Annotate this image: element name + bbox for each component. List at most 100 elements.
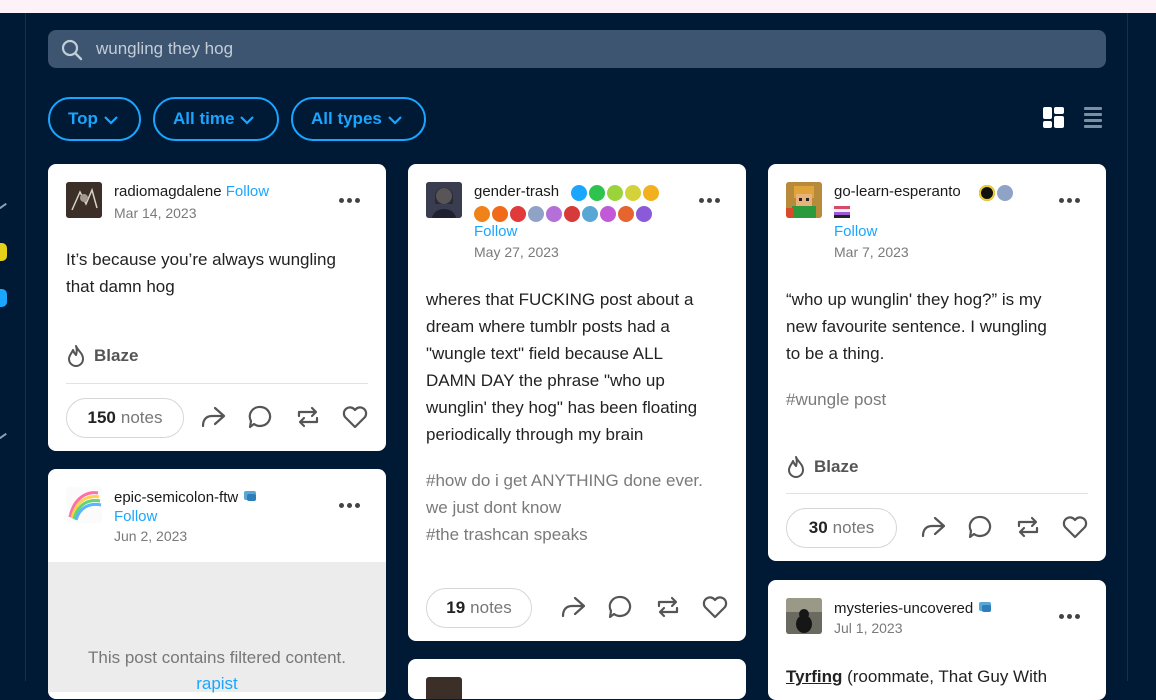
badge-icon: [528, 206, 544, 222]
tag-link[interactable]: #how do i get ANYTHING done ever.: [426, 467, 703, 494]
time-label: All time: [173, 109, 235, 128]
flame-icon: [788, 456, 804, 478]
sidebar-badge-yellow[interactable]: [0, 243, 7, 261]
tag-link[interactable]: #the trashcan speaks: [426, 521, 703, 548]
like-icon[interactable]: [1061, 515, 1089, 539]
body-text: (roommate, That Guy With: [842, 667, 1048, 686]
more-options-icon[interactable]: [1059, 198, 1080, 203]
like-icon[interactable]: [701, 595, 729, 619]
tag-link[interactable]: we just dont know: [426, 494, 703, 521]
badge-icon: [474, 206, 490, 222]
badge-icon: [244, 491, 257, 501]
post-author[interactable]: go-learn-esperanto: [834, 183, 961, 200]
body-line: “who up wunglin' they hog?” is my: [786, 290, 1042, 309]
share-icon[interactable]: [560, 595, 586, 619]
badge-icon: [510, 206, 526, 222]
sidebar-badge-blue[interactable]: [0, 289, 7, 307]
browser-top-band: [0, 0, 1156, 13]
reblog-icon[interactable]: [1015, 515, 1041, 539]
sort-top-dropdown[interactable]: Top: [48, 97, 141, 141]
post-author[interactable]: radiomagdalene Follow: [114, 183, 269, 200]
notes-button[interactable]: 150 notes: [66, 398, 184, 438]
filtered-word-link[interactable]: rapist: [48, 674, 386, 694]
notes-button[interactable]: 30 notes: [786, 508, 897, 548]
post-author[interactable]: mysteries-uncovered: [834, 599, 995, 617]
post-card: epic-semicolon-ftw Follow Jun 2, 2023 Th…: [48, 469, 386, 699]
reply-icon[interactable]: [248, 405, 274, 429]
left-sidebar-edge: [0, 13, 26, 681]
blaze-button[interactable]: Blaze: [786, 455, 858, 479]
avatar[interactable]: [426, 182, 462, 218]
search-input[interactable]: [96, 30, 1086, 68]
notes-count: 30: [808, 518, 828, 537]
post-tags: #wungle post: [786, 386, 886, 413]
body-line: It’s because you’re always wungling: [66, 250, 336, 269]
blaze-button[interactable]: Blaze: [66, 344, 138, 368]
tag-link[interactable]: #wungle post: [786, 386, 886, 413]
post-date[interactable]: Mar 7, 2023: [834, 244, 909, 260]
follow-button[interactable]: Follow: [226, 183, 269, 200]
post-card: gender-trash Follow May 27, 2023 wheres …: [408, 164, 746, 641]
post-date[interactable]: Jul 1, 2023: [834, 620, 903, 636]
avatar[interactable]: [66, 487, 102, 523]
reblog-icon[interactable]: [295, 405, 321, 429]
notes-label: notes: [120, 408, 163, 427]
post-body: “who up wunglin' they hog?” is my new fa…: [786, 286, 1047, 367]
share-icon[interactable]: [920, 515, 946, 539]
chevron-down-icon: [388, 115, 402, 125]
chevron-down-icon: [240, 115, 255, 125]
body-link[interactable]: Tyrfing: [786, 667, 842, 686]
avatar[interactable]: [786, 182, 822, 218]
reply-icon[interactable]: [608, 595, 634, 619]
username[interactable]: epic-semicolon-ftw: [114, 489, 238, 506]
username[interactable]: mysteries-uncovered: [834, 600, 973, 617]
badge-icon: [571, 185, 587, 201]
post-type-dropdown[interactable]: All types: [291, 97, 426, 141]
username[interactable]: radiomagdalene: [114, 183, 222, 200]
search-bar[interactable]: [48, 30, 1106, 68]
badge-icon: [600, 206, 616, 222]
avatar[interactable]: [786, 598, 822, 634]
follow-button[interactable]: Follow: [834, 223, 877, 240]
post-card: radiomagdalene Follow Mar 14, 2023 It’s …: [48, 164, 386, 451]
post-body: Tyrfing (roommate, That Guy With: [786, 663, 1047, 690]
chevron-down-icon: [104, 115, 118, 125]
right-column-border: [1127, 13, 1128, 681]
avatar[interactable]: [426, 677, 462, 699]
flag-icon: [834, 206, 850, 218]
follow-button[interactable]: Follow: [474, 223, 517, 240]
post-date[interactable]: May 27, 2023: [474, 244, 559, 260]
time-range-dropdown[interactable]: All time: [153, 97, 279, 141]
more-options-icon[interactable]: [1059, 614, 1080, 619]
badge-icon: [643, 185, 659, 201]
notes-button[interactable]: 19 notes: [426, 588, 532, 628]
avatar[interactable]: [66, 182, 102, 218]
more-options-icon[interactable]: [699, 198, 720, 203]
badge-icon: [546, 206, 562, 222]
post-author[interactable]: epic-semicolon-ftw: [114, 488, 260, 506]
badge-icon: [492, 206, 508, 222]
body-line: new favourite sentence. I wungling: [786, 317, 1047, 336]
grid-view-icon[interactable]: [1043, 107, 1064, 128]
notes-count: 150: [87, 408, 116, 427]
reply-icon[interactable]: [968, 515, 994, 539]
post-body: wheres that FUCKING post about a dream w…: [426, 286, 697, 448]
body-line: to be a thing.: [786, 344, 885, 363]
post-date[interactable]: Jun 2, 2023: [114, 528, 187, 544]
sidebar-chevron-icon[interactable]: [0, 202, 7, 210]
more-options-icon[interactable]: [339, 198, 360, 203]
follow-button[interactable]: Follow: [114, 508, 157, 525]
post-author[interactable]: gender-trash: [474, 183, 559, 200]
username[interactable]: go-learn-esperanto: [834, 183, 961, 200]
more-options-icon[interactable]: [339, 503, 360, 508]
post-date[interactable]: Mar 14, 2023: [114, 205, 197, 221]
badge-icon: [625, 185, 641, 201]
like-icon[interactable]: [341, 405, 369, 429]
search-icon: [61, 39, 83, 61]
share-icon[interactable]: [200, 405, 226, 429]
sidebar-chevron-icon[interactable]: [0, 432, 7, 440]
post-card: [408, 659, 746, 699]
username[interactable]: gender-trash: [474, 183, 559, 200]
reblog-icon[interactable]: [655, 595, 681, 619]
list-view-icon[interactable]: [1084, 107, 1102, 128]
